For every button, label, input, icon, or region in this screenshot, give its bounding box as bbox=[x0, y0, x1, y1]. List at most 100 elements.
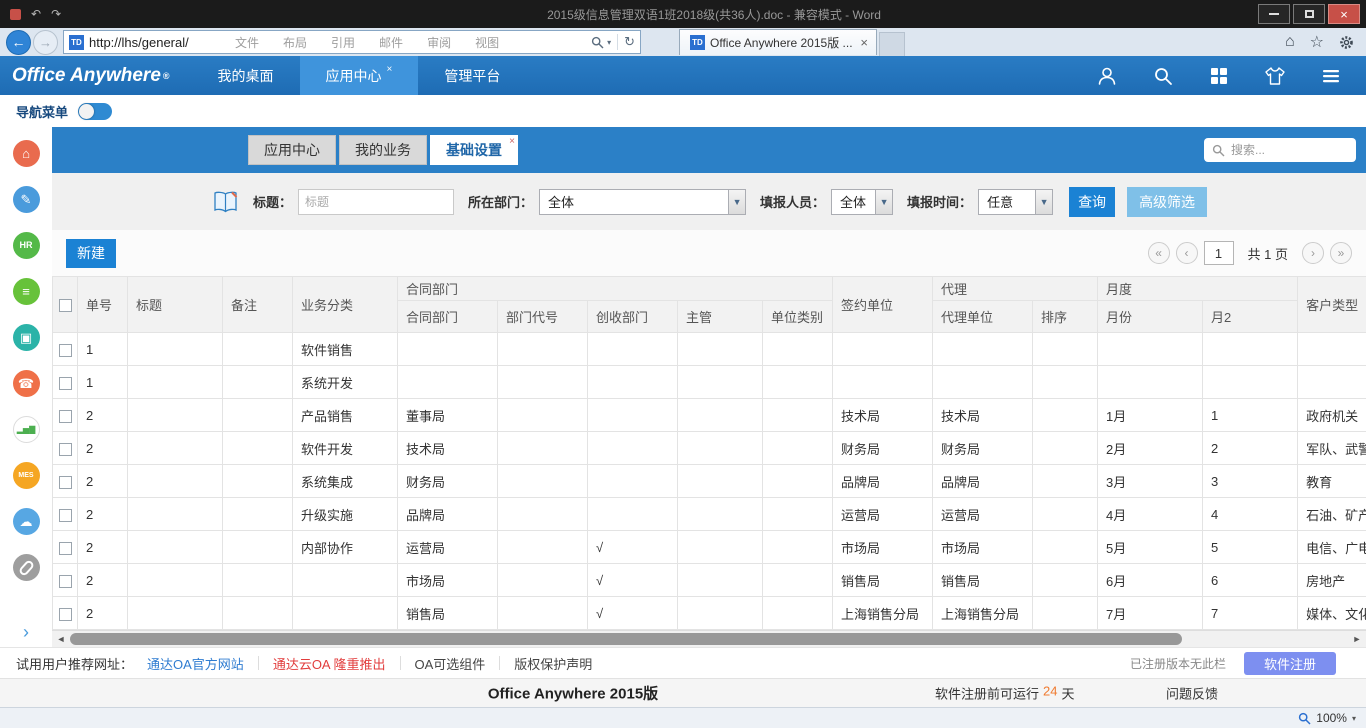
table-cell bbox=[763, 465, 833, 498]
workspace-search-box[interactable] bbox=[1204, 138, 1356, 162]
table-cell: 产品销售 bbox=[293, 399, 398, 432]
page-number-box[interactable]: 1 bbox=[1204, 241, 1234, 265]
restore-button[interactable] bbox=[1293, 4, 1325, 24]
advanced-filter-button[interactable]: 高级筛选 bbox=[1127, 187, 1207, 217]
app-icon-document[interactable]: ✎ bbox=[13, 186, 40, 213]
next-page-icon[interactable]: › bbox=[1302, 242, 1324, 264]
query-button[interactable]: 查询 bbox=[1069, 187, 1115, 217]
nav-item-app-center[interactable]: 应用中心× bbox=[300, 56, 419, 95]
scroll-right-icon[interactable]: ► bbox=[1348, 631, 1366, 647]
time-select[interactable]: 任意▼ bbox=[978, 189, 1053, 215]
user-icon[interactable] bbox=[1096, 65, 1118, 87]
dept-select[interactable]: 全体▼ bbox=[539, 189, 746, 215]
row-checkbox[interactable] bbox=[59, 509, 72, 522]
table-row[interactable]: 2升级实施品牌局运营局运营局4月4石油、矿产 bbox=[53, 498, 1366, 531]
table-cell bbox=[128, 498, 223, 531]
row-checkbox[interactable] bbox=[59, 608, 72, 621]
table-row[interactable]: 2市场局√销售局销售局6月6房地产 bbox=[53, 564, 1366, 597]
software-register-button[interactable]: 软件注册 bbox=[1244, 652, 1336, 675]
table-row[interactable]: 2软件开发技术局财务局财务局2月2军队、武警 bbox=[53, 432, 1366, 465]
footer-link[interactable]: 版权保护声明 bbox=[514, 654, 592, 673]
address-search-icon[interactable] bbox=[591, 36, 604, 49]
row-checkbox[interactable] bbox=[59, 476, 72, 489]
app-icon-workflow[interactable]: ≡ bbox=[13, 278, 40, 305]
first-page-icon[interactable]: « bbox=[1148, 242, 1170, 264]
table-cell bbox=[933, 333, 1033, 366]
prev-page-icon[interactable]: ‹ bbox=[1176, 242, 1198, 264]
nav-item-admin[interactable]: 管理平台 bbox=[418, 56, 526, 95]
last-page-icon[interactable]: » bbox=[1330, 242, 1352, 264]
tab-basic-settings[interactable]: 基础设置× bbox=[430, 135, 518, 165]
address-bar[interactable]: TD ▾ ↻ bbox=[63, 30, 641, 54]
app-icon-contact[interactable]: ☎ bbox=[13, 370, 40, 397]
footer-divider bbox=[400, 656, 401, 670]
tab-app-center[interactable]: 应用中心 bbox=[248, 135, 336, 165]
person-select[interactable]: 全体▼ bbox=[831, 189, 893, 215]
minimize-button[interactable] bbox=[1258, 4, 1290, 24]
row-checkbox[interactable] bbox=[59, 377, 72, 390]
app-icon-report-chart[interactable]: ▂▅▇ bbox=[13, 416, 40, 443]
search-dropdown-caret-icon[interactable]: ▾ bbox=[607, 38, 611, 47]
zoom-caret-icon[interactable]: ▾ bbox=[1352, 714, 1356, 723]
row-checkbox[interactable] bbox=[59, 344, 72, 357]
favorites-star-icon[interactable]: ☆ bbox=[1310, 32, 1324, 52]
app-icon-attachment[interactable] bbox=[13, 554, 40, 581]
row-checkbox[interactable] bbox=[59, 410, 72, 423]
row-checkbox[interactable] bbox=[59, 443, 72, 456]
nav-item-desktop[interactable]: 我的桌面 bbox=[192, 56, 300, 95]
refresh-icon[interactable]: ↻ bbox=[624, 34, 635, 50]
sidebar-expand-icon[interactable]: › bbox=[0, 622, 52, 643]
table-row[interactable]: 2内部协作运营局√市场局市场局5月5电信、广电 bbox=[53, 531, 1366, 564]
home-icon[interactable]: ⌂ bbox=[1285, 33, 1295, 51]
scrollbar-track[interactable] bbox=[70, 631, 1348, 647]
table-row[interactable]: 2产品销售董事局技术局技术局1月1政府机关 bbox=[53, 399, 1366, 432]
apps-grid-icon[interactable] bbox=[1208, 65, 1230, 87]
select-all-checkbox[interactable] bbox=[59, 299, 72, 312]
footer-link[interactable]: 通达OA官方网站 bbox=[147, 654, 244, 673]
zoom-control[interactable]: 100% ▾ bbox=[1298, 708, 1356, 728]
table-cell bbox=[223, 366, 293, 399]
scrollbar-thumb[interactable] bbox=[70, 633, 1182, 645]
browser-forward-button[interactable]: → bbox=[33, 30, 58, 55]
table-row[interactable]: 1软件销售 bbox=[53, 333, 1366, 366]
tab-close-icon[interactable]: × bbox=[857, 35, 871, 50]
menu-icon[interactable] bbox=[1320, 65, 1342, 87]
undo-icon[interactable]: ↶ bbox=[31, 8, 41, 20]
table-cell bbox=[498, 366, 588, 399]
table-row[interactable]: 1系统开发 bbox=[53, 366, 1366, 399]
feedback-link[interactable]: 问题反馈 bbox=[1166, 684, 1218, 703]
redo-icon[interactable]: ↷ bbox=[51, 8, 61, 20]
table-row[interactable]: 2销售局√上海销售分局上海销售分局7月7媒体、文化 bbox=[53, 597, 1366, 630]
footer-link[interactable]: OA可选组件 bbox=[415, 654, 486, 673]
search-icon[interactable] bbox=[1152, 65, 1174, 87]
settings-gear-icon[interactable] bbox=[1339, 35, 1354, 50]
nav-tab-close-icon[interactable]: × bbox=[387, 64, 393, 75]
app-icon-portal[interactable]: ⌂ bbox=[13, 140, 40, 167]
nav-toggle-switch[interactable] bbox=[78, 103, 112, 120]
footer-link[interactable]: 通达云OA 隆重推出 bbox=[273, 654, 386, 673]
table-row[interactable]: 2系统集成财务局品牌局品牌局3月3教育 bbox=[53, 465, 1366, 498]
row-checkbox[interactable] bbox=[59, 575, 72, 588]
report-chart-glyph: ▂▅▇ bbox=[17, 426, 35, 434]
title-filter-input[interactable] bbox=[298, 189, 454, 215]
tab-my-business[interactable]: 我的业务 bbox=[339, 135, 427, 165]
close-button[interactable]: × bbox=[1328, 4, 1360, 24]
theme-shirt-icon[interactable] bbox=[1264, 65, 1286, 87]
workspace-tab-close-icon[interactable]: × bbox=[509, 136, 515, 147]
url-input[interactable] bbox=[89, 35, 586, 50]
horizontal-scrollbar[interactable]: ◄ ► bbox=[52, 630, 1366, 647]
table-cell: 系统集成 bbox=[293, 465, 398, 498]
app-icon-cloud[interactable]: ☁ bbox=[13, 508, 40, 535]
app-icon-hr[interactable]: HR bbox=[13, 232, 40, 259]
app-icon-mes[interactable]: MES bbox=[13, 462, 40, 489]
row-checkbox[interactable] bbox=[59, 542, 72, 555]
app-icon-monitor[interactable]: ▣ bbox=[13, 324, 40, 351]
browser-tab[interactable]: TD Office Anywhere 2015版 ... × bbox=[679, 29, 877, 55]
new-tab-button[interactable] bbox=[879, 32, 905, 56]
table-cell bbox=[223, 564, 293, 597]
table-cell: 1 bbox=[78, 366, 128, 399]
scroll-left-icon[interactable]: ◄ bbox=[52, 631, 70, 647]
workspace-search-input[interactable] bbox=[1231, 143, 1348, 157]
browser-back-button[interactable]: ← bbox=[6, 30, 31, 55]
new-button[interactable]: 新建 bbox=[66, 239, 116, 268]
